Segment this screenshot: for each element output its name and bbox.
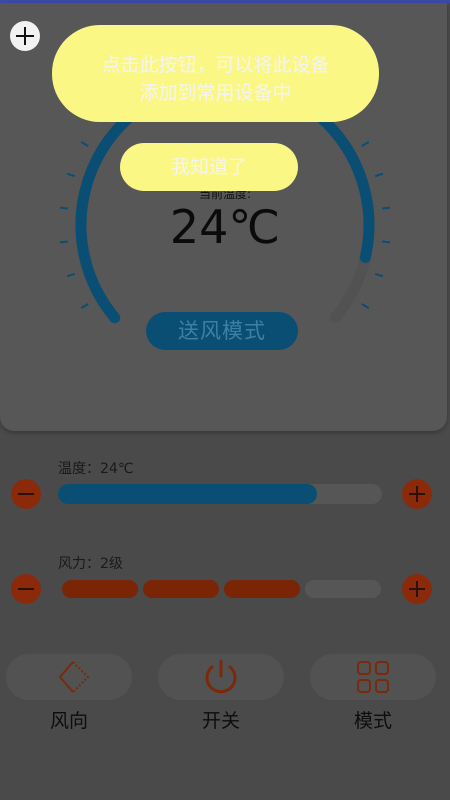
current-temperature: 24℃ <box>169 200 281 254</box>
gauge-tick <box>59 206 68 210</box>
add-to-favorites-button[interactable] <box>10 21 40 51</box>
guide-tooltip: 点击此按钮，可以将此设备 添加到常用设备中 <box>52 25 379 122</box>
temp-decrease-button[interactable] <box>11 479 41 509</box>
temp-increase-button[interactable] <box>402 479 432 509</box>
fan-speed-label: 风力：2级 <box>58 556 123 572</box>
gauge-tick <box>66 272 76 278</box>
power-icon <box>205 659 237 694</box>
gauge-tick <box>66 172 76 178</box>
wind-direction-icon <box>58 661 90 693</box>
guide-text-line2: 添加到常用设备中 <box>139 82 292 104</box>
power-label: 开关 <box>201 710 240 732</box>
power-button[interactable] <box>158 654 284 700</box>
dismiss-guide-button[interactable]: 我知道了 <box>120 143 298 191</box>
gauge-tick <box>361 141 370 147</box>
grid-icon <box>357 661 389 693</box>
gauge-tick <box>361 303 370 309</box>
mode-button[interactable]: 送风模式 <box>146 312 298 350</box>
minus-icon <box>18 493 34 495</box>
fan-speed-segment[interactable] <box>62 580 138 598</box>
wind-direction-button[interactable] <box>6 654 132 700</box>
gauge-tick <box>80 303 89 309</box>
gauge-tick <box>374 272 384 278</box>
guide-text-line1: 点击此按钮，可以将此设备 <box>101 54 330 76</box>
fan-decrease-button[interactable] <box>11 574 41 604</box>
gauge-tick <box>80 141 89 147</box>
gauge-tick <box>59 240 68 244</box>
gauge-tick <box>382 240 391 244</box>
gauge-tick <box>374 172 384 178</box>
temperature-slider-fill <box>58 484 318 504</box>
fan-speed-segment[interactable] <box>143 580 219 598</box>
fan-speed-segment[interactable] <box>305 580 381 598</box>
fan-increase-button[interactable] <box>402 574 432 604</box>
fan-speed-segment[interactable] <box>224 580 300 598</box>
gauge-tick <box>382 206 391 210</box>
temperature-label: 温度：24℃ <box>58 461 134 477</box>
mode-menu-button[interactable] <box>310 654 436 700</box>
temperature-slider[interactable] <box>58 484 382 504</box>
mode-menu-label: 模式 <box>353 710 392 732</box>
minus-icon <box>18 588 34 590</box>
wind-direction-label: 风向 <box>49 710 88 732</box>
